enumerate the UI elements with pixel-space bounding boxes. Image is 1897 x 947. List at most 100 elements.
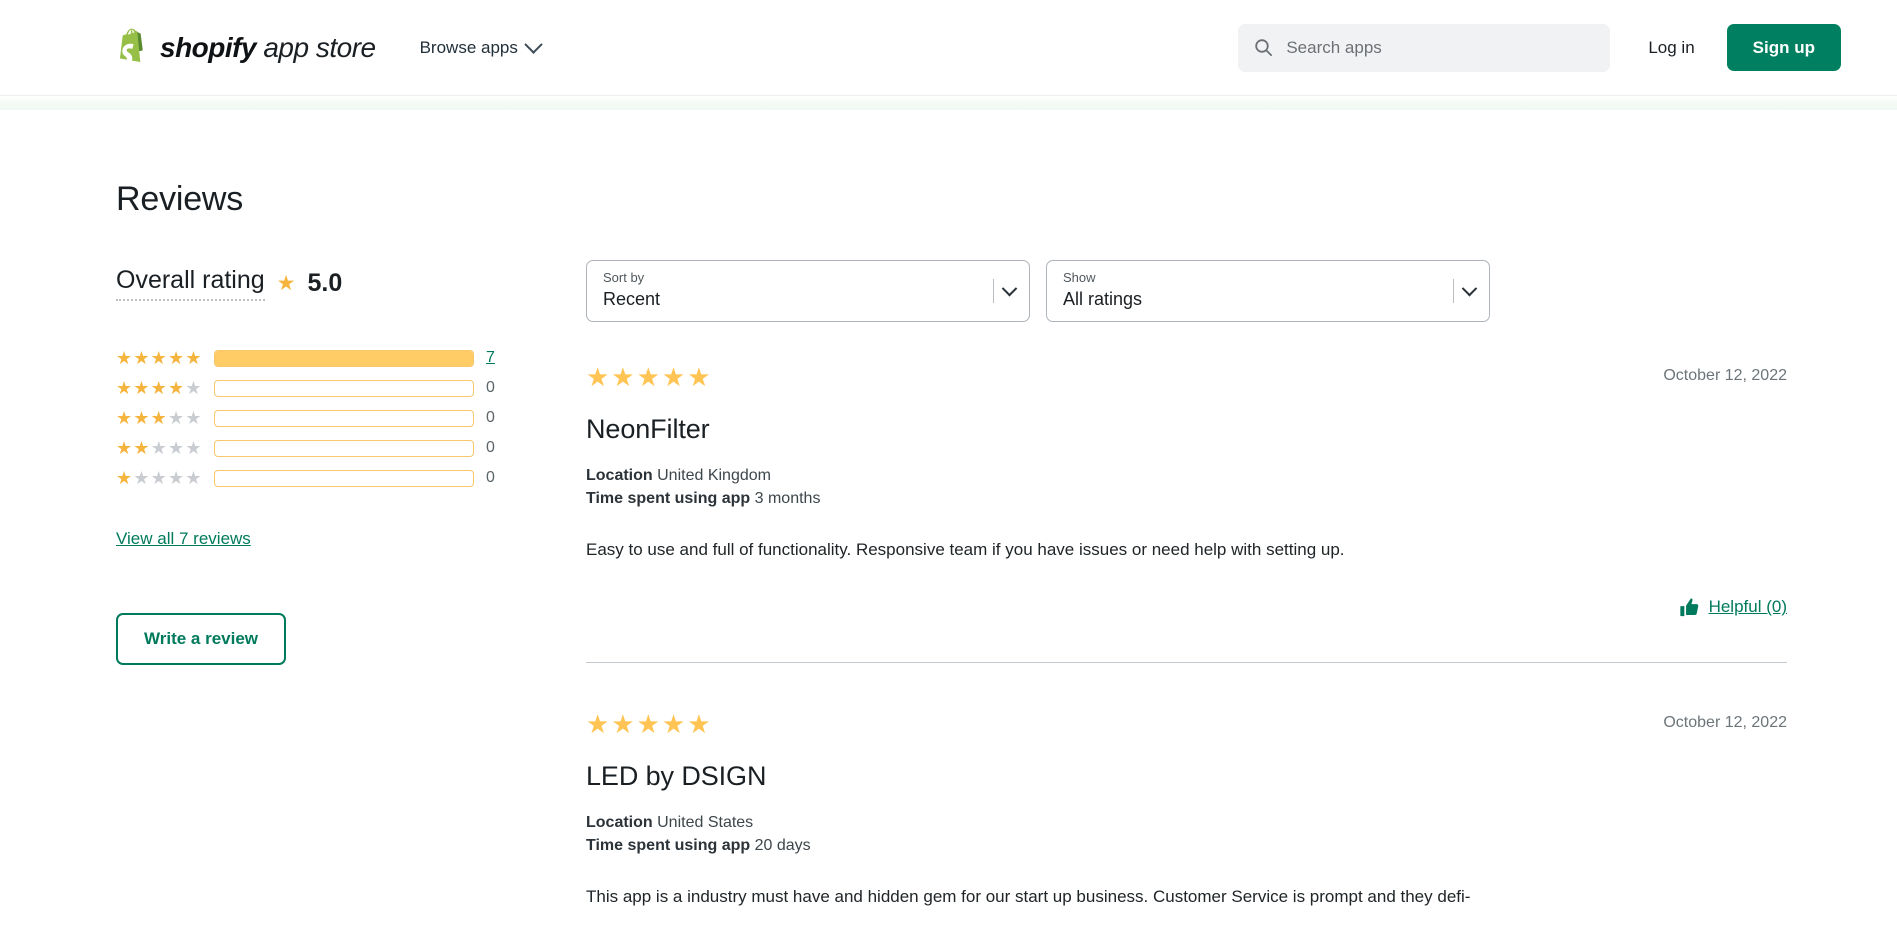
distribution-row-5: ★★★★★ 7 xyxy=(116,343,586,373)
show-arrow xyxy=(1453,279,1475,303)
distribution-stars-5: ★★★★★ xyxy=(116,349,214,367)
select-divider xyxy=(993,279,994,303)
helpful-link[interactable]: Helpful (0) xyxy=(1709,597,1787,617)
thumbs-up-icon[interactable] xyxy=(1679,597,1700,618)
write-a-review-button[interactable]: Write a review xyxy=(116,613,286,665)
overall-rating: Overall rating ★ 5.0 xyxy=(116,266,586,301)
select-divider xyxy=(1453,279,1454,303)
reviews-main: Sort by Recent Show All ratings xyxy=(586,110,1897,947)
shopify-app-store-logo[interactable]: shopify app store xyxy=(116,28,376,68)
brand-wordmark: shopify app store xyxy=(160,34,376,62)
show-label: Show xyxy=(1063,270,1475,287)
show-value: All ratings xyxy=(1063,287,1475,311)
review-location-line: Location United States xyxy=(586,812,1787,835)
review-star-rating: ★★★★★ xyxy=(586,711,713,737)
brand-shopify-text: shopify xyxy=(160,32,256,63)
sort-by-arrow xyxy=(993,279,1015,303)
page-content: Reviews Overall rating ★ 5.0 ★★★★★ 7 ★★★… xyxy=(0,110,1897,947)
stars-filled: ★★ xyxy=(116,438,151,458)
distribution-bar-fill xyxy=(215,351,473,366)
sort-by-select[interactable]: Sort by Recent xyxy=(586,260,1030,322)
review-header: ★★★★★ October 12, 2022 xyxy=(586,709,1787,737)
distribution-stars-2: ★★★★★ xyxy=(116,439,214,457)
show-ratings-select[interactable]: Show All ratings xyxy=(1046,260,1490,322)
page-title: Reviews xyxy=(116,180,586,219)
review-location-key: Location xyxy=(586,467,653,484)
review-location-key: Location xyxy=(586,814,653,831)
chevron-down-icon xyxy=(1462,280,1478,296)
login-link[interactable]: Log in xyxy=(1648,38,1694,58)
distribution-row-3: ★★★★★ 0 xyxy=(116,403,586,433)
distribution-stars-4: ★★★★★ xyxy=(116,379,214,397)
rating-distribution: ★★★★★ 7 ★★★★★ 0 ★★★★★ 0 ★★★★★ 0 xyxy=(116,343,586,493)
overall-rating-label[interactable]: Overall rating xyxy=(116,266,265,301)
sort-by-label: Sort by xyxy=(603,270,1015,287)
distribution-bar-4[interactable] xyxy=(214,380,474,397)
distribution-count-5[interactable]: 7 xyxy=(486,349,495,367)
review-item: ★★★★★ October 12, 2022 NeonFilter Locati… xyxy=(586,362,1787,662)
review-time-line: Time spent using app 20 days xyxy=(586,835,1787,858)
review-time-key: Time spent using app xyxy=(586,837,750,854)
review-location-line: Location United Kingdom xyxy=(586,465,1787,488)
review-author-name: LED by DSIGN xyxy=(586,761,1787,792)
search-input[interactable] xyxy=(1286,38,1594,58)
stars-filled: ★ xyxy=(116,468,133,488)
browse-apps-menu[interactable]: Browse apps xyxy=(418,32,542,64)
distribution-count-2: 0 xyxy=(486,439,495,457)
review-meta: Location United Kingdom Time spent using… xyxy=(586,465,1787,510)
stars-filled: ★★★★★ xyxy=(116,348,203,368)
view-all-reviews-link[interactable]: View all 7 reviews xyxy=(116,529,251,549)
stars-empty: ★★★★ xyxy=(133,468,202,488)
chevron-down-icon xyxy=(1002,280,1018,296)
stars-empty: ★★★ xyxy=(151,438,203,458)
distribution-bar-3[interactable] xyxy=(214,410,474,427)
chevron-down-icon xyxy=(524,35,542,53)
brand-appstore-text: app store xyxy=(256,32,376,63)
review-star-rating: ★★★★★ xyxy=(586,364,713,390)
stars-filled: ★★★★ xyxy=(116,378,185,398)
review-date: October 12, 2022 xyxy=(1663,362,1787,385)
review-location-value: United States xyxy=(657,814,753,831)
review-time-value: 3 months xyxy=(755,490,821,507)
distribution-bar-5[interactable] xyxy=(214,350,474,367)
review-location-value: United Kingdom xyxy=(657,467,771,484)
review-meta: Location United States Time spent using … xyxy=(586,812,1787,857)
browse-apps-label: Browse apps xyxy=(420,38,518,58)
distribution-row-2: ★★★★★ 0 xyxy=(116,433,586,463)
review-item: ★★★★★ October 12, 2022 LED by DSIGN Loca… xyxy=(586,662,1787,947)
distribution-stars-3: ★★★★★ xyxy=(116,409,214,427)
distribution-bar-1[interactable] xyxy=(214,470,474,487)
distribution-stars-1: ★★★★★ xyxy=(116,469,214,487)
overall-rating-value: 5.0 xyxy=(308,269,343,298)
review-author-name: NeonFilter xyxy=(586,414,1787,445)
search-box[interactable] xyxy=(1238,24,1610,72)
review-helpful-row: Helpful (0) xyxy=(586,597,1787,618)
distribution-count-3: 0 xyxy=(486,409,495,427)
review-body-text: Easy to use and full of functionality. R… xyxy=(586,537,1787,563)
stars-filled: ★★★ xyxy=(116,408,168,428)
star-icon: ★ xyxy=(277,273,296,294)
header-actions: Log in Sign up xyxy=(1238,24,1841,72)
distribution-count-4: 0 xyxy=(486,379,495,397)
stars-empty: ★ xyxy=(185,378,202,398)
stars-empty: ★★ xyxy=(168,408,203,428)
signup-button[interactable]: Sign up xyxy=(1727,24,1841,72)
review-time-value: 20 days xyxy=(755,837,811,854)
reviews-list: ★★★★★ October 12, 2022 NeonFilter Locati… xyxy=(586,362,1787,947)
review-header: ★★★★★ October 12, 2022 xyxy=(586,362,1787,390)
sort-by-value: Recent xyxy=(603,287,1015,311)
site-header: shopify app store Browse apps Log in Sig… xyxy=(0,0,1897,96)
review-time-line: Time spent using app 3 months xyxy=(586,488,1787,511)
distribution-row-1: ★★★★★ 0 xyxy=(116,463,586,493)
distribution-row-4: ★★★★★ 0 xyxy=(116,373,586,403)
distribution-bar-2[interactable] xyxy=(214,440,474,457)
header-underglow xyxy=(0,96,1897,110)
review-date: October 12, 2022 xyxy=(1663,709,1787,732)
reviews-summary-sidebar: Reviews Overall rating ★ 5.0 ★★★★★ 7 ★★★… xyxy=(116,110,586,947)
review-body-text: This app is a industry must have and hid… xyxy=(586,884,1787,910)
shopify-bag-icon xyxy=(116,28,150,68)
distribution-count-1: 0 xyxy=(486,469,495,487)
review-time-key: Time spent using app xyxy=(586,490,750,507)
reviews-filter-bar: Sort by Recent Show All ratings xyxy=(586,260,1787,322)
search-icon xyxy=(1254,38,1273,57)
